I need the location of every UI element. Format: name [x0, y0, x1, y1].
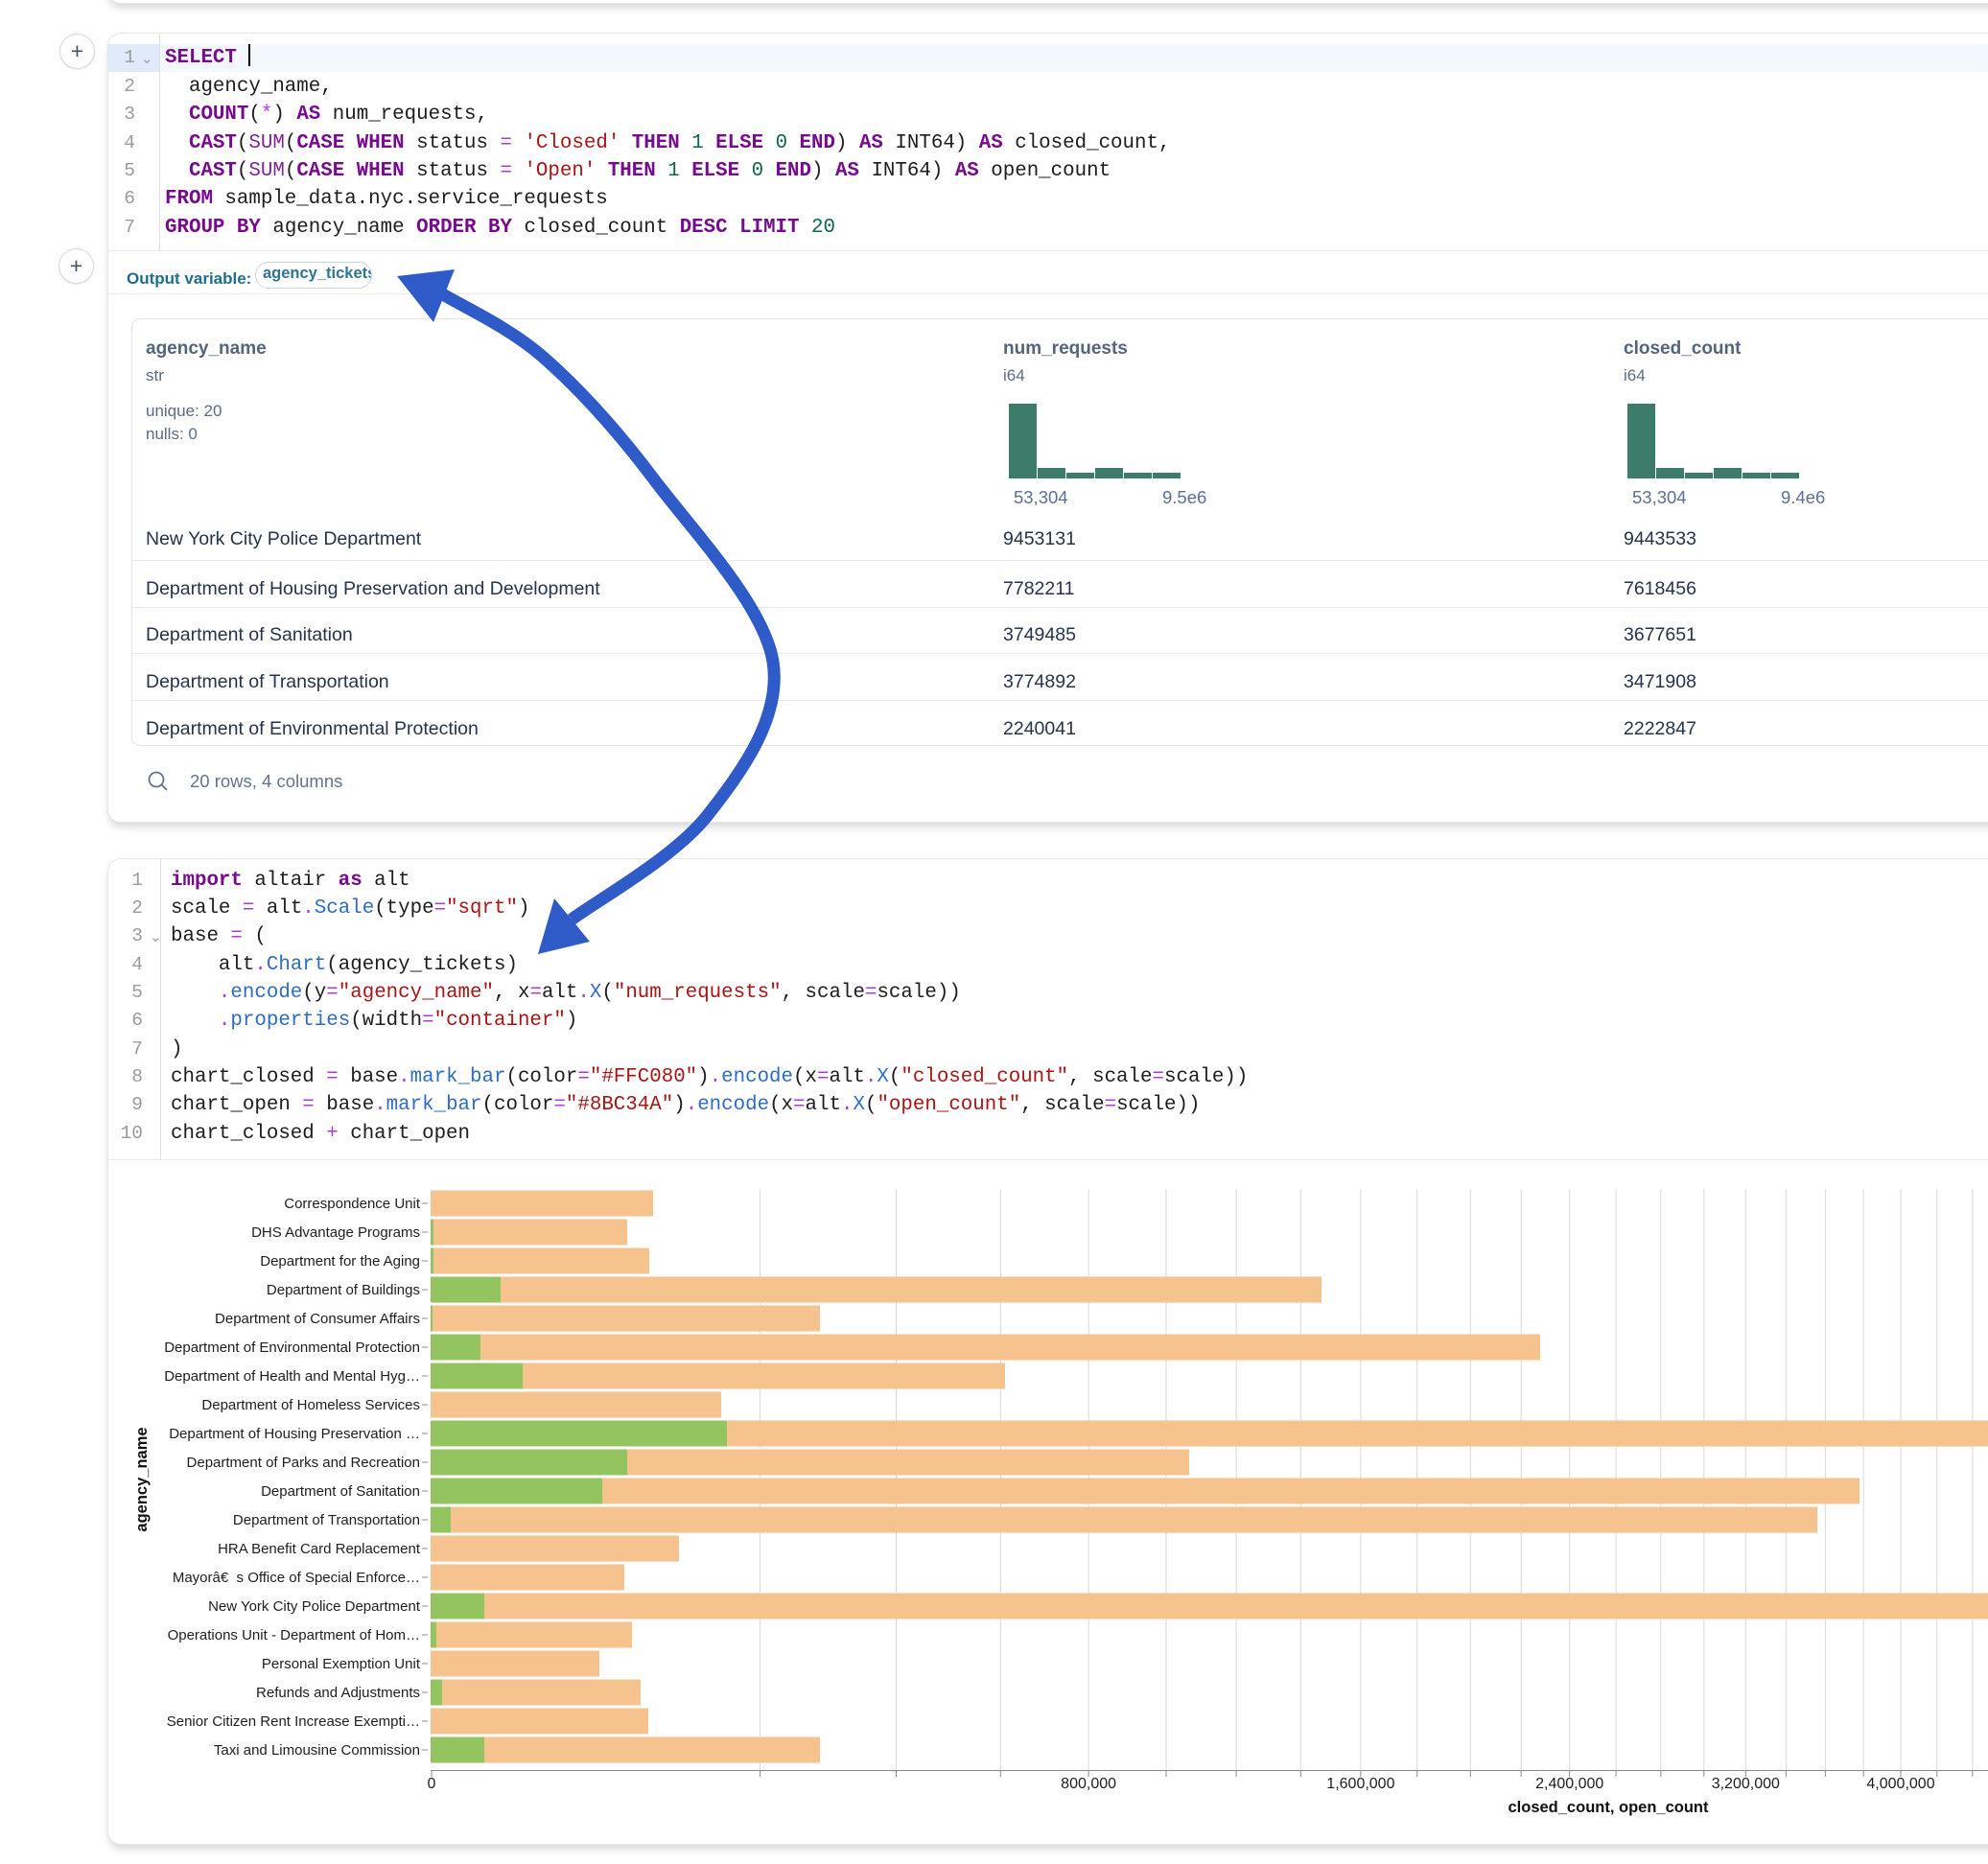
svg-text:Mayorâ€ s Office of Special E: Mayorâ€ s Office of Special Enforce…: [173, 1570, 420, 1586]
svg-text:4,000,000: 4,000,000: [1866, 1776, 1934, 1792]
svg-text:Department of Buildings: Department of Buildings: [267, 1282, 420, 1298]
svg-text:Department of Parks and Recrea: Department of Parks and Recreation: [187, 1455, 420, 1471]
svg-text:New York City Police Departmen: New York City Police Department: [208, 1598, 421, 1615]
svg-text:Department of Sanitation: Department of Sanitation: [261, 1483, 420, 1500]
svg-text:Department of Environmental Pr: Department of Environmental Protection: [164, 1340, 420, 1356]
svg-text:1,600,000: 1,600,000: [1326, 1776, 1394, 1792]
svg-text:Department of Homeless Service: Department of Homeless Services: [201, 1397, 420, 1413]
svg-text:Department for the Aging: Department for the Aging: [260, 1253, 420, 1270]
svg-text:Correspondence Unit: Correspondence Unit: [284, 1196, 421, 1212]
svg-text:Department of Consumer Affairs: Department of Consumer Affairs: [215, 1311, 420, 1327]
svg-text:Personal Exemption Unit: Personal Exemption Unit: [262, 1656, 421, 1672]
svg-text:0: 0: [428, 1776, 436, 1792]
svg-text:DHS Advantage Programs: DHS Advantage Programs: [251, 1224, 420, 1241]
svg-text:Department of Health and Menta: Department of Health and Mental Hyg…: [164, 1368, 420, 1385]
svg-text:closed_count, open_count: closed_count, open_count: [1508, 1799, 1709, 1816]
svg-text:HRA Benefit Card Replacement: HRA Benefit Card Replacement: [218, 1541, 421, 1557]
svg-text:Taxi and Limousine Commission: Taxi and Limousine Commission: [214, 1742, 420, 1759]
svg-text:Department of Transportation: Department of Transportation: [233, 1512, 420, 1528]
svg-text:Operations Unit - Department o: Operations Unit - Department of Hom…: [168, 1627, 420, 1643]
svg-text:agency_name: agency_name: [133, 1427, 151, 1531]
svg-text:800,000: 800,000: [1061, 1776, 1116, 1792]
svg-text:2,400,000: 2,400,000: [1535, 1776, 1603, 1792]
svg-text:Senior Citizen Rent Increase E: Senior Citizen Rent Increase Exempti…: [167, 1713, 420, 1730]
svg-text:Refunds and Adjustments: Refunds and Adjustments: [256, 1685, 420, 1701]
svg-text:Department of Housing Preserva: Department of Housing Preservation …: [169, 1426, 420, 1442]
svg-text:3,200,000: 3,200,000: [1712, 1776, 1780, 1792]
